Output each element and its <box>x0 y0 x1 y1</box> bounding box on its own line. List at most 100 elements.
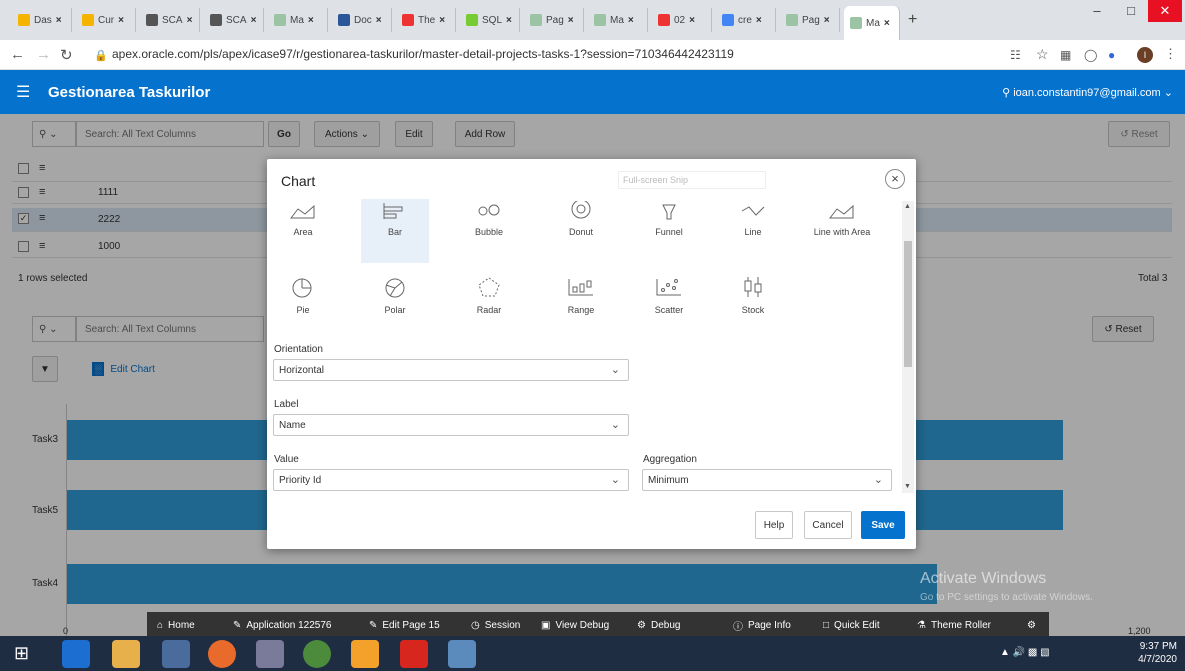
chart-type-bubble[interactable]: Bubble <box>455 199 523 263</box>
reload-icon[interactable]: ↻ <box>60 46 73 64</box>
dev-theme-roller-button[interactable]: ⚗ Theme Roller <box>917 612 991 638</box>
dev-view-debug-button[interactable]: ▣ View Debug <box>541 612 609 638</box>
windows-start-icon[interactable]: ⊞ <box>14 643 29 664</box>
chart-type-pie[interactable]: Pie <box>269 269 337 341</box>
chart-type-stock[interactable]: Stock <box>719 269 787 341</box>
chevron-down-icon: ⌄ <box>873 474 883 486</box>
chart-type-donut[interactable]: Donut <box>547 199 615 263</box>
browser-tab[interactable]: Pag × <box>524 8 584 32</box>
browser-tab[interactable]: Ma × <box>268 8 328 32</box>
close-window-button[interactable]: ✕ <box>1148 0 1182 22</box>
extension-icon[interactable]: ● <box>1108 48 1115 62</box>
dialog-scrollbar[interactable]: ▲ ▼ <box>902 201 914 493</box>
extension-icon[interactable]: ◯ <box>1084 48 1097 62</box>
address-bar: ← → ↻ 🔒 apex.oracle.com/pls/apex/icase97… <box>0 40 1185 70</box>
tab-close-icon[interactable]: × <box>439 15 445 26</box>
value-select[interactable]: Priority Id ⌄ <box>273 469 629 491</box>
menu-icon[interactable]: ⋮ <box>1164 46 1177 62</box>
dev-debug-button[interactable]: ⚙ Debug <box>637 612 680 638</box>
orientation-select[interactable]: Horizontal ⌄ <box>273 359 629 381</box>
tab-close-icon[interactable]: × <box>118 15 124 26</box>
chart-type-line[interactable]: Line <box>719 199 787 263</box>
chart-type-scatter[interactable]: Scatter <box>635 269 703 341</box>
chart-type-label: Bubble <box>474 227 504 237</box>
url-field[interactable]: apex.oracle.com/pls/apex/icase97/r/gesti… <box>112 47 734 61</box>
close-icon[interactable]: × <box>885 169 905 189</box>
app-icon[interactable] <box>162 640 190 668</box>
dev-application-button[interactable]: ✎ Application 122576 <box>233 612 331 638</box>
new-tab-button[interactable]: + <box>902 8 923 32</box>
forward-icon[interactable]: → <box>36 46 51 63</box>
dev-home-button[interactable]: ⌂ Home <box>157 612 195 638</box>
browser-tab[interactable]: Cur × <box>76 8 136 32</box>
browser-tab[interactable]: Ma × <box>844 6 900 40</box>
chart-type-range[interactable]: Range <box>547 269 615 341</box>
tab-close-icon[interactable]: × <box>689 15 695 26</box>
ie-icon[interactable] <box>62 640 90 668</box>
browser-tab[interactable]: cre × <box>716 8 776 32</box>
chrome-icon[interactable] <box>303 640 331 668</box>
maximize-button[interactable]: □ <box>1114 0 1148 22</box>
browser-tab[interactable]: Ma × <box>588 8 648 32</box>
browser-tab[interactable]: Pag × <box>780 8 840 32</box>
label-select[interactable]: Name ⌄ <box>273 414 629 436</box>
tab-close-icon[interactable]: × <box>376 15 382 26</box>
browser-tab[interactable]: 02 × <box>652 8 712 32</box>
browser-tab[interactable]: SCA × <box>140 8 200 32</box>
tab-close-icon[interactable]: × <box>628 15 634 26</box>
user-menu[interactable]: ⚲ ioan.constantin97@gmail.com ⌄ <box>1002 86 1173 99</box>
back-icon[interactable]: ← <box>10 46 25 63</box>
funnel-chart-icon <box>635 199 703 221</box>
tab-close-icon[interactable]: × <box>308 15 314 26</box>
help-button[interactable]: Help <box>755 511 793 539</box>
snipping-tool-icon[interactable] <box>256 640 284 668</box>
tray-icons[interactable]: ▲ 🔊 ▩ ▧ <box>1000 647 1050 658</box>
file-explorer-icon[interactable] <box>112 640 140 668</box>
chart-type-bar[interactable]: Bar <box>361 199 429 263</box>
aggregation-select[interactable]: Minimum ⌄ <box>642 469 892 491</box>
chart-type-line-with-area[interactable]: Line with Area <box>802 199 882 263</box>
user-email: ioan.constantin97@gmail.com <box>1013 87 1161 99</box>
scroll-down-icon[interactable]: ▼ <box>904 483 911 490</box>
tab-close-icon[interactable]: × <box>568 15 574 26</box>
scrollbar-thumb[interactable] <box>904 241 912 367</box>
dev-settings-button[interactable]: ⚙ <box>1027 612 1036 638</box>
browser-tab[interactable]: SCA × <box>204 8 264 32</box>
app-icon[interactable] <box>448 640 476 668</box>
translate-icon[interactable]: ☷ <box>1010 48 1021 62</box>
save-button[interactable]: Save <box>861 511 905 539</box>
app-title[interactable]: Gestionarea Taskurilor <box>48 84 210 101</box>
tab-label: SCA <box>226 14 247 26</box>
browser-tab[interactable]: Das × <box>12 8 72 32</box>
sublime-icon[interactable] <box>351 640 379 668</box>
acrobat-icon[interactable] <box>400 640 428 668</box>
chart-type-radar[interactable]: Radar <box>455 269 523 341</box>
value-value: Priority Id <box>279 474 322 486</box>
tab-close-icon[interactable]: × <box>56 15 62 26</box>
chart-type-funnel[interactable]: Funnel <box>635 199 703 263</box>
dev-quick-edit-button[interactable]: □ Quick Edit <box>823 612 880 638</box>
bookmark-star-icon[interactable]: ☆ <box>1036 46 1049 63</box>
dev-page-info-button[interactable]: ⓘ Page Info <box>733 612 791 638</box>
dev-edit-page-button[interactable]: ✎ Edit Page 15 <box>369 612 440 638</box>
browser-tab[interactable]: The × <box>396 8 456 32</box>
hamburger-icon[interactable]: ☰ <box>16 82 30 102</box>
tab-close-icon[interactable]: × <box>756 15 762 26</box>
browser-tab[interactable]: Doc × <box>332 8 392 32</box>
dev-session-button[interactable]: ◷ Session <box>471 612 520 638</box>
firefox-icon[interactable] <box>208 640 236 668</box>
tab-close-icon[interactable]: × <box>187 15 193 26</box>
tab-close-icon[interactable]: × <box>506 15 512 26</box>
system-clock[interactable]: 9:37 PM 4/7/2020 <box>1138 640 1177 666</box>
browser-tab[interactable]: SQL × <box>460 8 520 32</box>
tab-close-icon[interactable]: × <box>251 15 257 26</box>
tab-close-icon[interactable]: × <box>884 18 890 29</box>
minimize-button[interactable]: – <box>1080 0 1114 22</box>
cancel-button[interactable]: Cancel <box>804 511 852 539</box>
extension-icon[interactable]: ▦ <box>1060 48 1071 62</box>
profile-avatar[interactable]: I <box>1137 47 1153 63</box>
chart-type-area[interactable]: Area <box>269 199 337 263</box>
chart-type-polar[interactable]: Polar <box>361 269 429 341</box>
tab-close-icon[interactable]: × <box>824 15 830 26</box>
scroll-up-icon[interactable]: ▲ <box>904 203 911 210</box>
